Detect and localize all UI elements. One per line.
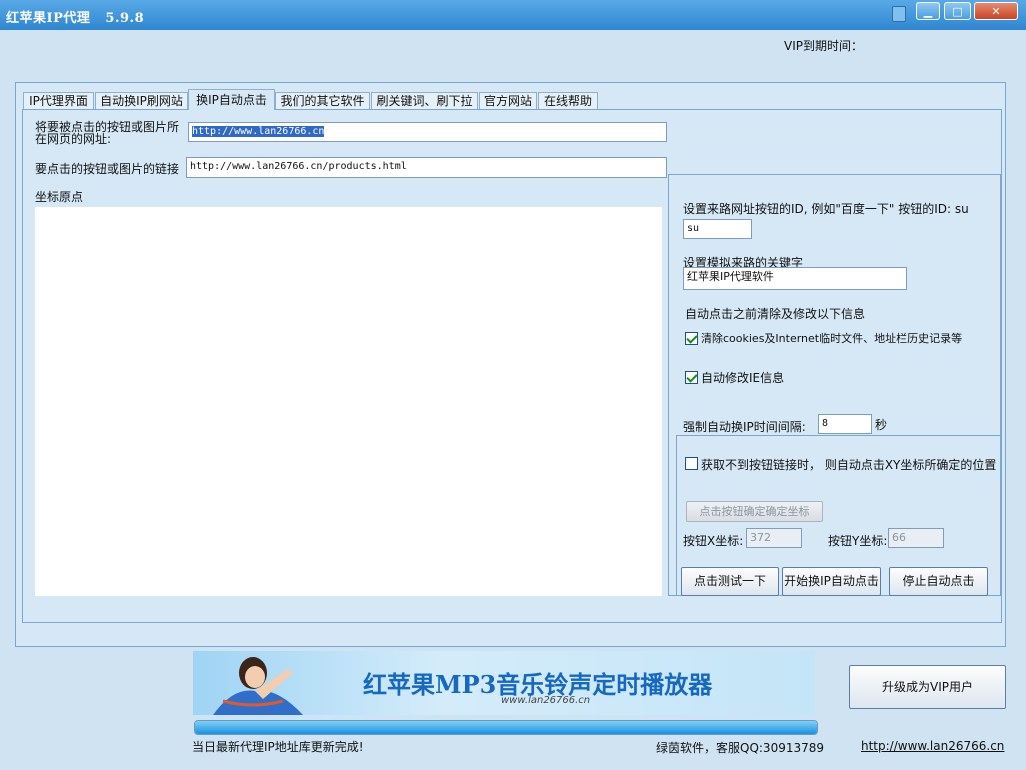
test-click-button[interactable]: 点击测试一下 [681,567,779,596]
keyword-input[interactable]: 红苹果IP代理软件 [683,267,907,290]
y-coord-label: 按钮Y坐标: [828,534,888,548]
start-auto-click-button[interactable]: 开始换IP自动点击 [782,567,881,596]
minimize-button[interactable]: ▁ [916,2,940,20]
x-coord-input[interactable]: 372 [746,528,802,548]
update-progress-bar [194,720,818,735]
stop-auto-click-button[interactable]: 停止自动点击 [889,567,988,596]
referrer-id-input[interactable]: su [683,219,752,239]
shopping-bag-icon[interactable] [892,6,906,22]
origin-label: 坐标原点 [35,190,84,204]
upgrade-vip-button[interactable]: 升级成为VIP用户 [849,665,1006,709]
referrer-id-label: 设置来路网址按钮的ID, 例如"百度一下" 按钮的ID: su [683,202,969,216]
interval-input[interactable]: 8 [818,414,872,434]
tab-auto-click[interactable]: 换IP自动点击 [188,89,275,110]
tab-online-help[interactable]: 在线帮助 [538,92,598,109]
support-contact: 绿茵软件，客服QQ:30913789 [656,741,825,755]
modify-ie-checkbox[interactable] [685,371,698,384]
modify-ie-label: 自动修改IE信息 [701,371,785,385]
x-coord-label: 按钮X坐标: [683,534,744,548]
tab-ip-proxy[interactable]: IP代理界面 [23,92,94,109]
tab-other-software[interactable]: 我们的其它软件 [275,92,370,109]
tab-keywords[interactable]: 刷关键词、刷下拉 [371,92,478,109]
tab-official-site[interactable]: 官方网站 [479,92,537,109]
clear-cookies-label: 清除cookies及Internet临时文件、地址栏历史记录等 [701,332,963,345]
determine-coord-button[interactable]: 点击按钮确定确定坐标 [686,501,823,522]
interval-unit: 秒 [875,418,888,432]
y-coord-input[interactable]: 66 [888,528,944,548]
interval-label: 强制自动换IP时间间隔: [683,420,806,434]
coordinate-area[interactable] [35,207,662,596]
target-page-url-value: http://www.lan26766.cn [192,126,325,137]
window-title: 红苹果IP代理 5.9.8 [6,11,145,26]
target-page-label: 将要被点击的按钮或图片所在网页的网址: [35,120,180,146]
website-link[interactable]: http://www.lan26766.cn [861,739,1004,753]
banner-url: www.lan26766.cn [501,695,591,706]
tab-auto-switch-ip[interactable]: 自动换IP刷网站 [95,92,188,109]
title-bar[interactable] [0,0,1026,30]
clear-info-label: 自动点击之前清除及修改以下信息 [685,307,866,321]
clear-cookies-checkbox[interactable] [685,332,698,345]
vip-expire-label: VIP到期时间： [784,39,863,53]
click-link-label: 要点击的按钮或图片的链接 [35,162,180,176]
progress-fill [195,721,817,734]
close-button[interactable]: ✕ [974,2,1018,20]
person-illustration [213,657,303,715]
fallback-xy-label: 获取不到按钮链接时， 则自动点击XY坐标所确定的位置 [701,458,997,472]
advertisement-banner[interactable]: 红苹果MP3音乐铃声定时播放器 www.lan26766.cn [193,651,815,715]
maximize-button[interactable]: □ [944,2,971,20]
target-page-url-input[interactable]: http://www.lan26766.cn [188,122,667,142]
click-link-url-input[interactable]: http://www.lan26766.cn/products.html [186,157,667,178]
fallback-xy-checkbox[interactable] [685,457,698,470]
status-message: 当日最新代理IP地址库更新完成! [192,740,364,754]
